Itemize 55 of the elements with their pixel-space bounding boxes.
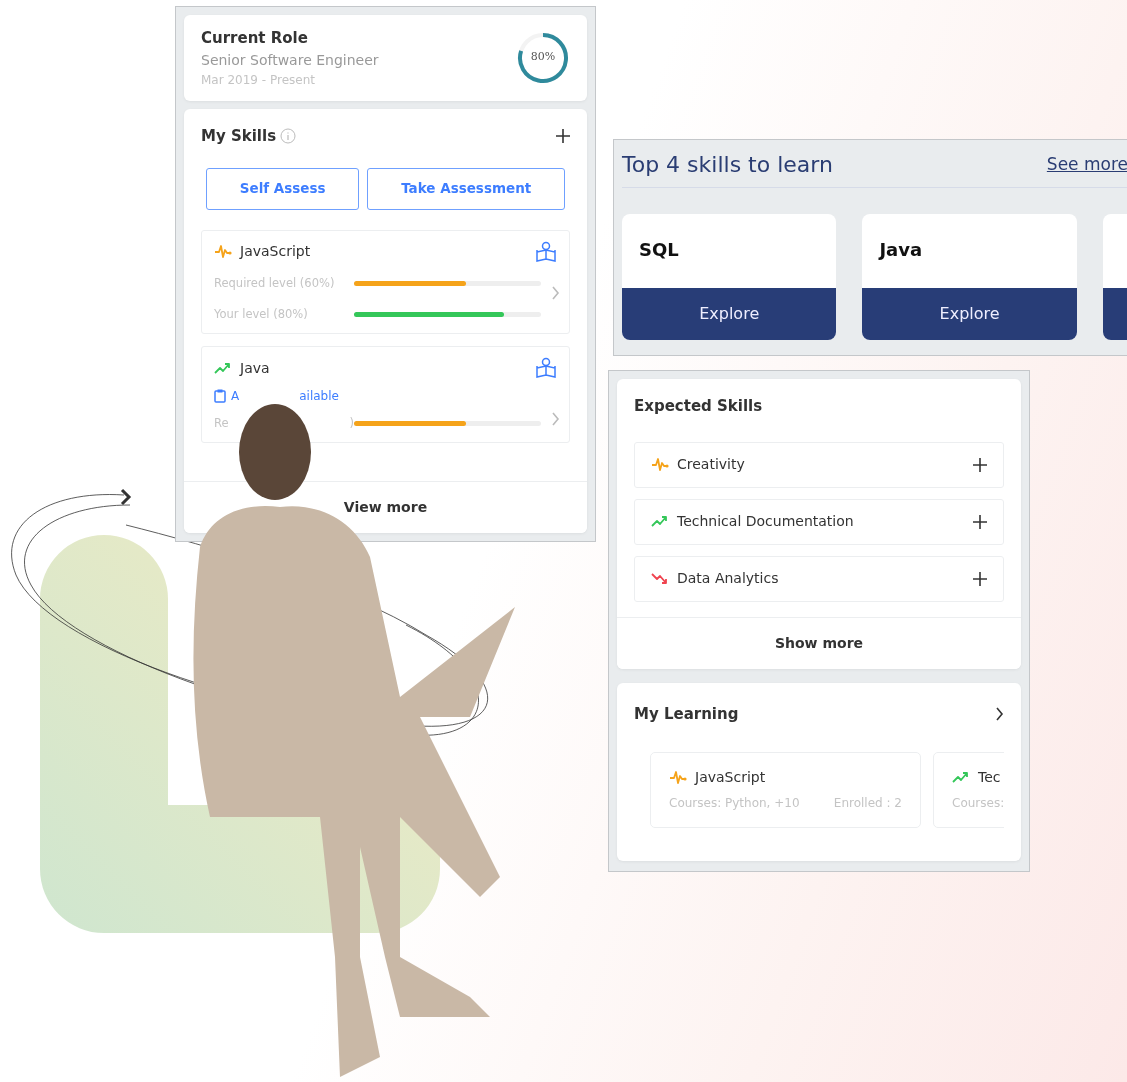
courses-text: Courses: Python, +10: [669, 794, 800, 812]
card-title: My Learning: [634, 704, 739, 725]
chevron-right-icon: [551, 411, 560, 426]
skill-card[interactable]: JavaScript Required level (60%) Your level (80%): [201, 229, 570, 334]
level-label: Required level (60%): [214, 274, 335, 292]
courses-text: Courses:: [952, 794, 1004, 812]
add-icon[interactable]: [973, 571, 987, 586]
skill-name: Java: [240, 358, 270, 378]
skill-name: Java: [877, 238, 924, 262]
assess-button[interactable]: Take Assessment: [367, 167, 565, 210]
explore-button[interactable]: Explore: [622, 288, 837, 340]
card-title: My Skills: [201, 126, 277, 147]
pulse-icon: [669, 768, 687, 786]
add-icon[interactable]: [973, 514, 987, 529]
skill-name: JavaScript: [240, 242, 311, 261]
progress-ring: [516, 31, 570, 85]
skill-name: Data Analytics: [677, 569, 779, 588]
reader-icon: [535, 357, 557, 379]
enrolled-text: Enrolled : 2: [833, 794, 902, 812]
course-card[interactable]: JavaScript Courses: Python, +10 Enrolled : 2: [650, 751, 921, 828]
info-icon: [280, 128, 297, 145]
clipboard-icon: [214, 389, 226, 403]
explore-button[interactable]: Explore: [862, 288, 1077, 340]
skill-row[interactable]: Data Analytics: [634, 555, 1004, 602]
course-card[interactable]: Tec Courses:: [933, 751, 1004, 828]
skill-row[interactable]: Creativity: [634, 441, 1004, 488]
card-title: Current Role: [201, 28, 309, 50]
skill-row[interactable]: Technical Documentation: [634, 498, 1004, 545]
course-name: Tec: [978, 767, 1001, 787]
skill-name: Creativity: [677, 455, 745, 474]
progress-value: 80%: [529, 49, 557, 65]
level-label: Re: [214, 415, 229, 432]
section-title: Top 4 skills to learn: [622, 151, 833, 179]
chevron-right-icon: [995, 707, 1004, 722]
add-icon[interactable]: [556, 129, 570, 144]
assess-button[interactable]: Self Assess: [206, 167, 360, 210]
role-text: Senior Software Engineer: [201, 50, 379, 70]
card-title: Expected Skills: [633, 396, 764, 417]
skill-name: Technical Documentation: [677, 512, 854, 531]
trend-down-icon: [651, 570, 669, 587]
skill-name: SQL: [638, 238, 680, 262]
level-label: Your level (80%): [214, 305, 308, 323]
course-name: JavaScript: [695, 767, 766, 787]
link-text[interactable]: A: [231, 387, 240, 405]
pulse-icon: [214, 243, 232, 260]
see-more-link[interactable]: See more: [1046, 151, 1127, 178]
reader-icon: [535, 240, 557, 263]
pulse-icon: [651, 456, 669, 473]
date-text: Mar 2019 - Present: [201, 71, 316, 89]
level-label: ): [349, 415, 354, 432]
chevron-right-icon: [551, 285, 560, 300]
link-text[interactable]: ailable: [299, 387, 339, 405]
skill-card[interactable]: Java A ailable Re ): [201, 346, 570, 444]
add-icon[interactable]: [973, 457, 987, 472]
show-more-button[interactable]: Show more: [617, 617, 1021, 669]
